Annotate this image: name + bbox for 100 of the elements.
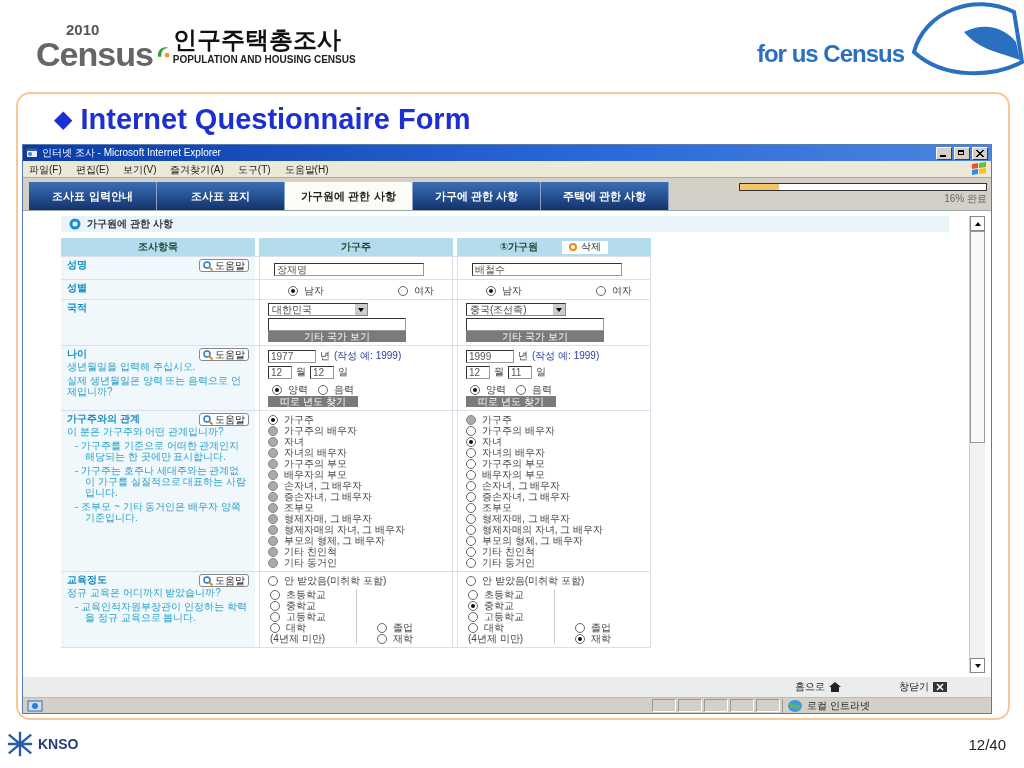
action-button[interactable]: 띠로 년도 찾기: [466, 396, 556, 407]
item-label: 국적: [67, 302, 87, 314]
radio-button[interactable]: [466, 575, 476, 586]
option-label: 형제자매의 자녀, 그 배우자: [482, 524, 604, 535]
help-button[interactable]: 도움말: [199, 413, 249, 426]
action-button[interactable]: 기타 국가 보기: [466, 331, 604, 342]
minimize-button[interactable]: [936, 146, 952, 160]
option-label: 안 받았음(미취학 포함): [482, 575, 585, 586]
radio-button[interactable]: [466, 546, 476, 557]
text-field[interactable]: 1977: [268, 349, 316, 363]
radio-button[interactable]: [466, 436, 476, 447]
option-label: 여자: [414, 285, 434, 296]
radio-button[interactable]: [272, 384, 282, 395]
radio-button[interactable]: [486, 285, 496, 296]
radio-button[interactable]: [466, 535, 476, 546]
radio-button[interactable]: [468, 611, 478, 622]
text-field[interactable]: [466, 318, 604, 331]
option-label: 조부모: [284, 502, 314, 513]
radio-button[interactable]: [575, 633, 585, 644]
radio-button[interactable]: [318, 384, 328, 395]
radio-button[interactable]: [466, 458, 476, 469]
help-button[interactable]: 도움말: [199, 259, 249, 272]
radio-button[interactable]: [466, 491, 476, 502]
tab[interactable]: 조사표 표지: [157, 182, 285, 210]
radio-button[interactable]: [466, 513, 476, 524]
note-text: - 교육인적자원부장관이 인정하는 학력을 정규 교육으로 봅니다.: [74, 601, 248, 623]
menu-item[interactable]: 즐겨찾기(A): [170, 162, 224, 176]
text-field[interactable]: [268, 318, 406, 331]
menu-item[interactable]: 편집(E): [75, 162, 110, 176]
text-field[interactable]: 11: [508, 365, 532, 379]
radio-button[interactable]: [466, 425, 476, 436]
unit-label: 일: [338, 365, 348, 379]
logo-year: 2010: [66, 21, 101, 37]
radio-button[interactable]: [398, 285, 408, 296]
scroll-thumb[interactable]: [970, 231, 985, 443]
text-field[interactable]: 12: [310, 365, 334, 379]
help-button[interactable]: 도움말: [199, 574, 249, 587]
radio-button[interactable]: [466, 502, 476, 513]
help-button[interactable]: 도움말: [199, 348, 249, 361]
scroll-down-button[interactable]: [970, 658, 985, 673]
radio-button[interactable]: [270, 600, 280, 611]
radio-button[interactable]: [468, 622, 478, 633]
menu-item[interactable]: 파일(F): [29, 162, 62, 176]
option-label: 손자녀, 그 배우자: [284, 480, 363, 491]
search-icon: [203, 260, 213, 271]
maximize-button[interactable]: [954, 146, 970, 160]
close-button[interactable]: [972, 146, 988, 160]
radio-button[interactable]: [377, 622, 387, 633]
option-label: 자녀의 배우자: [482, 447, 545, 458]
action-button[interactable]: 기타 국가 보기: [268, 331, 406, 342]
radio-button[interactable]: [270, 622, 280, 633]
radio-button[interactable]: [470, 384, 480, 395]
option-label: 형제자매, 그 배우자: [482, 513, 571, 524]
radio-button[interactable]: [468, 589, 478, 600]
dropdown[interactable]: 중국(조선족): [466, 303, 566, 316]
delete-button[interactable]: 삭제: [562, 240, 609, 254]
text-field[interactable]: 12: [466, 365, 490, 379]
knso-logo-icon: [6, 730, 34, 758]
radio-button[interactable]: [466, 447, 476, 458]
radio-button[interactable]: [466, 557, 476, 568]
dropdown-arrow-icon: [355, 304, 367, 315]
note-text: - 조부모 ~ 기타 동거인은 배우자 양쪽 기준입니다.: [74, 501, 242, 523]
menu-item[interactable]: 도구(T): [237, 162, 271, 176]
menu-item[interactable]: 도움말(H): [284, 162, 329, 176]
action-button[interactable]: 띠로 년도 찾기: [268, 396, 358, 407]
option-label: 증손자녀, 그 배우자: [284, 491, 373, 502]
windows-logo-icon: [971, 162, 987, 176]
option-label: 고등학교: [484, 611, 524, 622]
home-link[interactable]: 홈으로: [795, 680, 841, 694]
text-field[interactable]: 1999: [466, 349, 514, 363]
radio-button[interactable]: [268, 575, 278, 586]
header-label: 가구주: [341, 240, 371, 254]
radio-button[interactable]: [516, 384, 526, 395]
dropdown[interactable]: 대한민국: [268, 303, 368, 316]
close-link[interactable]: 창닫기: [899, 680, 947, 694]
home-icon: [829, 682, 841, 692]
radio-button[interactable]: [270, 611, 280, 622]
tab[interactable]: 주택에 관한 사항: [541, 182, 669, 210]
radio-button[interactable]: [270, 589, 280, 600]
radio-button[interactable]: [596, 285, 606, 296]
tab[interactable]: 가구원에 관한 사항: [285, 182, 413, 210]
close-icon: [933, 682, 947, 692]
text-field[interactable]: 12: [268, 365, 292, 379]
menu-item[interactable]: 보기(V): [123, 162, 157, 176]
search-icon: [203, 349, 213, 360]
radio-button[interactable]: [468, 600, 478, 611]
radio-button[interactable]: [466, 469, 476, 480]
scroll-up-button[interactable]: [970, 216, 985, 231]
text-field[interactable]: 장재명: [274, 263, 424, 276]
text-field[interactable]: 배철수: [472, 263, 622, 276]
radio-button[interactable]: [575, 622, 585, 633]
radio-button[interactable]: [377, 633, 387, 644]
unit-label: 년: [320, 349, 330, 363]
radio-button[interactable]: [288, 285, 298, 296]
tab[interactable]: 가구에 관한 사항: [413, 182, 541, 210]
tab[interactable]: 조사표 입력안내: [29, 182, 157, 210]
radio-button[interactable]: [466, 480, 476, 491]
radio-button[interactable]: [268, 414, 278, 425]
item-label: 교육정도: [67, 574, 107, 586]
radio-button[interactable]: [466, 524, 476, 535]
